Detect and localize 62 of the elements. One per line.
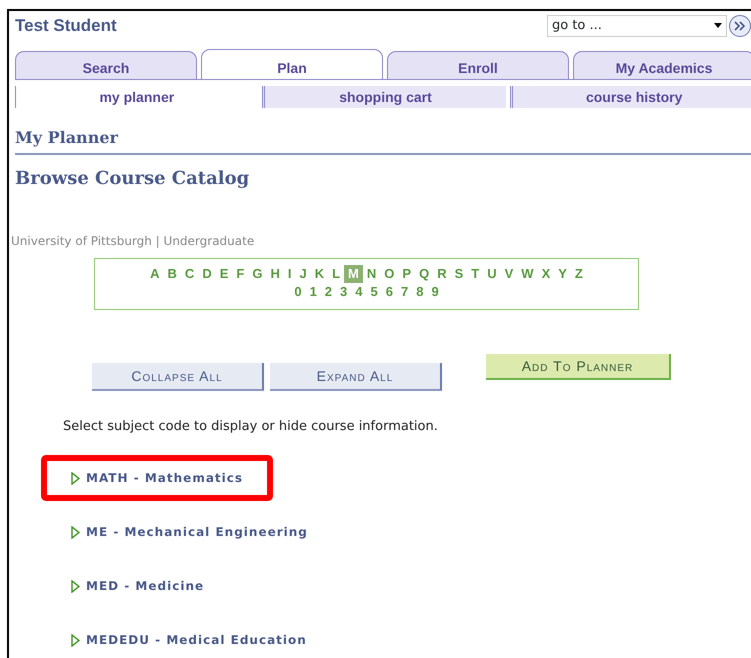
index-link[interactable]: E bbox=[216, 265, 232, 283]
index-link[interactable]: U bbox=[483, 265, 501, 283]
index-link[interactable]: 3 bbox=[336, 283, 352, 301]
collapsed-triangle-icon[interactable] bbox=[71, 580, 80, 593]
index-link[interactable]: B bbox=[164, 265, 181, 283]
subject-link[interactable]: MED - Medicine bbox=[86, 576, 204, 594]
index-link[interactable]: R bbox=[433, 265, 451, 283]
index-link[interactable]: Z bbox=[570, 265, 587, 283]
nav-tab[interactable]: Enroll bbox=[387, 51, 569, 79]
index-link[interactable]: 0 bbox=[290, 283, 306, 301]
index-link[interactable]: H bbox=[266, 265, 284, 283]
toggle-button[interactable]: Collapse All bbox=[92, 363, 264, 391]
index-link[interactable]: F bbox=[232, 265, 248, 283]
goto-dropdown[interactable]: go to ... bbox=[547, 15, 727, 37]
nav-tab[interactable]: Search bbox=[15, 51, 197, 79]
sub-tab[interactable]: shopping cart bbox=[262, 86, 506, 108]
index-link[interactable]: 1 bbox=[306, 283, 321, 301]
subject-link[interactable]: ME - Mechanical Engineering bbox=[86, 522, 308, 540]
index-link[interactable]: V bbox=[500, 265, 518, 283]
index-link[interactable]: 2 bbox=[320, 283, 336, 301]
go-button[interactable] bbox=[729, 15, 751, 37]
index-link[interactable]: 6 bbox=[382, 283, 397, 301]
page-title: My Planner bbox=[15, 126, 751, 155]
collapsed-triangle-icon[interactable] bbox=[71, 634, 80, 647]
index-link[interactable]: L bbox=[328, 265, 344, 283]
collapsed-triangle-icon[interactable] bbox=[71, 472, 80, 485]
section-title: Browse Course Catalog bbox=[15, 167, 250, 191]
index-link[interactable]: G bbox=[248, 265, 266, 283]
index-link[interactable]: 7 bbox=[396, 283, 412, 301]
instruction-text: Select subject code to display or hide course information. bbox=[63, 418, 439, 436]
index-link[interactable]: P bbox=[398, 265, 416, 283]
add-to-planner-button[interactable]: Add To Planner bbox=[486, 354, 671, 380]
index-link[interactable]: N bbox=[362, 265, 380, 283]
index-link[interactable]: 9 bbox=[427, 283, 443, 301]
index-link[interactable]: X bbox=[538, 265, 554, 283]
index-link[interactable]: M bbox=[344, 265, 363, 283]
institution-label: University of Pittsburgh | Undergraduate bbox=[11, 233, 256, 250]
index-link[interactable]: C bbox=[180, 265, 198, 283]
index-link[interactable]: Q bbox=[415, 265, 434, 283]
caret-icon bbox=[714, 23, 722, 28]
index-link[interactable]: S bbox=[450, 265, 468, 283]
collapsed-triangle-icon[interactable] bbox=[71, 526, 80, 539]
index-link[interactable]: D bbox=[198, 265, 216, 283]
index-link[interactable]: W bbox=[517, 265, 538, 283]
index-link[interactable]: 8 bbox=[412, 283, 428, 301]
index-link[interactable]: T bbox=[467, 265, 484, 283]
user-name: Test Student bbox=[15, 15, 117, 38]
double-chevron-icon bbox=[734, 21, 746, 31]
nav-tab[interactable]: My Academics bbox=[573, 51, 751, 79]
index-link[interactable]: J bbox=[295, 265, 311, 283]
index-link[interactable]: O bbox=[380, 265, 398, 283]
index-link[interactable]: K bbox=[310, 265, 328, 283]
subject-link[interactable]: MATH - Mathematics bbox=[86, 468, 244, 486]
toggle-button[interactable]: Expand All bbox=[270, 363, 442, 391]
index-link[interactable]: 4 bbox=[351, 283, 366, 301]
index-link[interactable]: 5 bbox=[366, 283, 382, 301]
sub-tab[interactable]: course history bbox=[510, 86, 751, 108]
nav-tab[interactable]: Plan bbox=[201, 49, 383, 79]
index-link[interactable]: I bbox=[284, 265, 296, 283]
subject-link[interactable]: MEDEDU - Medical Education bbox=[86, 630, 307, 648]
index-link[interactable]: A bbox=[146, 265, 164, 283]
index-link[interactable]: Y bbox=[554, 265, 571, 283]
